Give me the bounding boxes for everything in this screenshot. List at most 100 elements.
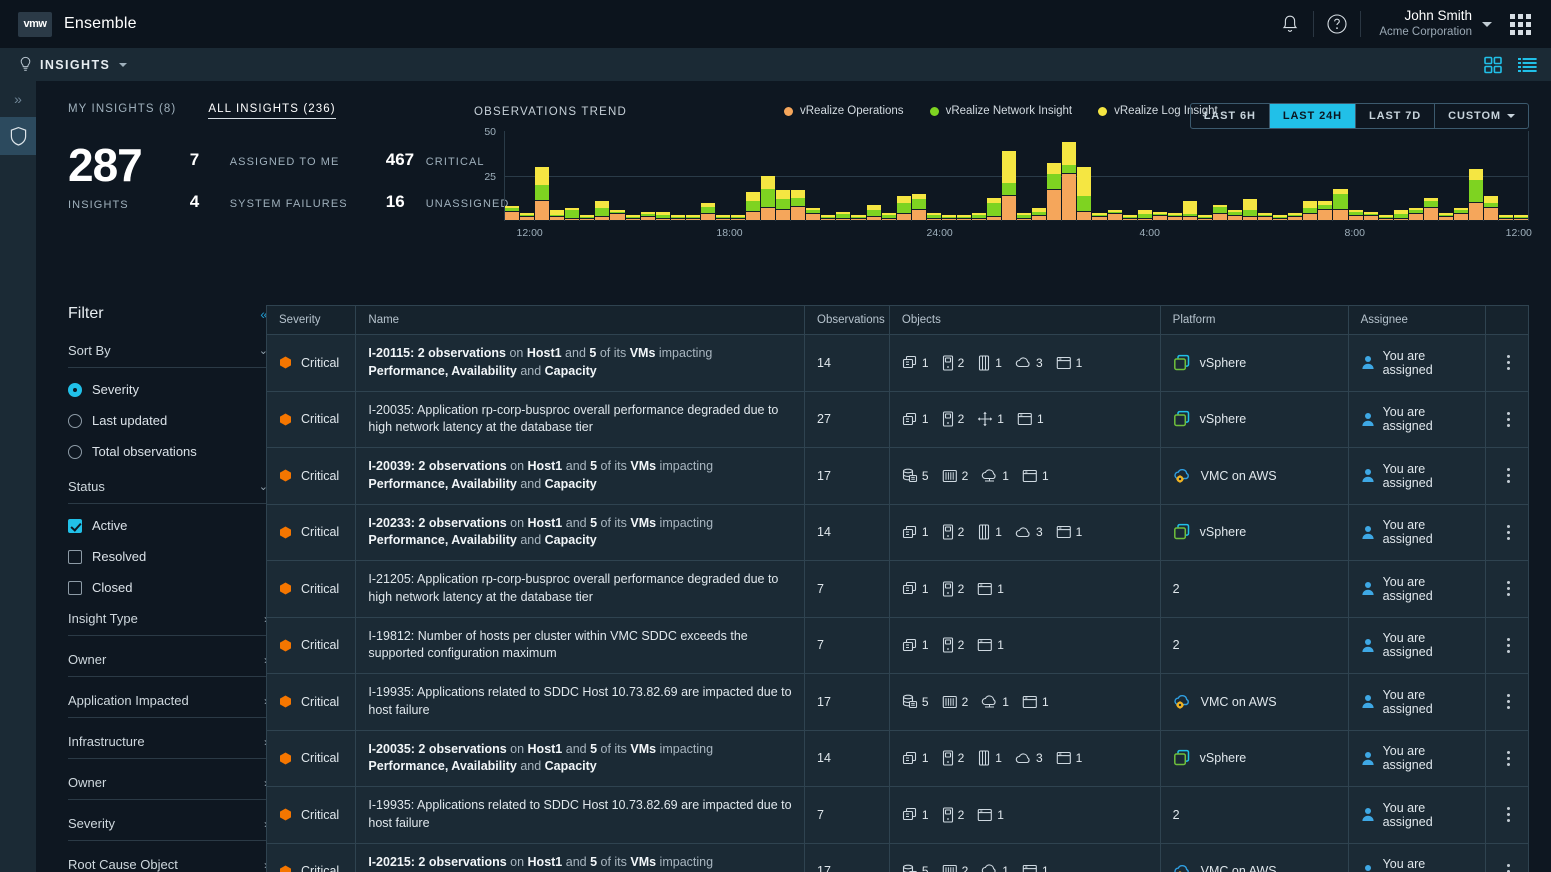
- object-window[interactable]: 1: [977, 582, 1004, 596]
- row-actions-menu-icon[interactable]: [1498, 638, 1518, 653]
- row-actions-menu-icon[interactable]: [1498, 355, 1518, 370]
- time-range-last-6h[interactable]: LAST 6H: [1191, 104, 1270, 128]
- row-actions-menu-icon[interactable]: [1498, 581, 1518, 596]
- object-window[interactable]: 1: [1056, 525, 1083, 539]
- object-window[interactable]: 1: [1017, 412, 1044, 426]
- sort-by-header[interactable]: Sort By ⌄: [68, 343, 268, 368]
- insight-name[interactable]: I-19812: Number of hosts per cluster wit…: [368, 628, 794, 664]
- object-host[interactable]: 2: [942, 637, 965, 653]
- row-actions-menu-icon[interactable]: [1498, 751, 1518, 766]
- table-row[interactable]: Critical I-20035: 2 observations on Host…: [267, 730, 1528, 787]
- insight-name[interactable]: I-20233: 2 observations on Host1 and 5 o…: [368, 515, 794, 551]
- object-move[interactable]: 1: [977, 411, 1004, 427]
- filter-section-severity-5[interactable]: Severity ›: [68, 800, 268, 841]
- table-row[interactable]: Critical I-20215: 2 observations on Host…: [267, 843, 1528, 872]
- object-rack[interactable]: 2: [942, 469, 969, 483]
- object-cluster[interactable]: 1: [902, 751, 929, 766]
- filter-section-insight-type-0[interactable]: Insight Type ›: [68, 595, 268, 636]
- time-range-last-7d[interactable]: LAST 7D: [1356, 104, 1435, 128]
- object-host[interactable]: 2: [942, 581, 965, 597]
- table-row[interactable]: Critical I-20233: 2 observations on Host…: [267, 504, 1528, 561]
- sort-option-last-updated[interactable]: Last updated: [68, 413, 268, 428]
- row-actions-menu-icon[interactable]: [1498, 807, 1518, 822]
- object-cluster[interactable]: 1: [902, 355, 929, 370]
- object-window[interactable]: 1: [1022, 695, 1049, 709]
- table-row[interactable]: Critical I-20035: Application rp-corp-bu…: [267, 391, 1528, 448]
- status-header[interactable]: Status ⌄: [68, 479, 268, 504]
- object-window[interactable]: 1: [1056, 356, 1083, 370]
- status-option-active[interactable]: Active: [68, 518, 268, 533]
- table-row[interactable]: Critical I-20115: 2 observations on Host…: [267, 335, 1528, 392]
- object-window[interactable]: 1: [1056, 751, 1083, 765]
- object-window[interactable]: 1: [977, 808, 1004, 822]
- insight-name[interactable]: I-20039: 2 observations on Host1 and 5 o…: [368, 458, 794, 494]
- row-actions-menu-icon[interactable]: [1498, 525, 1518, 540]
- insight-name[interactable]: I-21205: Application rp-corp-busproc ove…: [368, 571, 794, 607]
- object-cloud-net[interactable]: 1: [981, 469, 1009, 483]
- status-option-closed[interactable]: Closed: [68, 580, 268, 595]
- table-row[interactable]: Critical I-21205: Application rp-corp-bu…: [267, 561, 1528, 618]
- sort-option-total-observations[interactable]: Total observations: [68, 444, 268, 459]
- object-cloud-net[interactable]: 1: [981, 864, 1009, 872]
- legend-item[interactable]: vRealize Operations: [784, 105, 904, 117]
- filter-section-owner-4[interactable]: Owner ›: [68, 759, 268, 800]
- filter-section-root-cause-object-6[interactable]: Root Cause Object ›: [68, 841, 268, 872]
- status-option-resolved[interactable]: Resolved: [68, 549, 268, 564]
- insight-name[interactable]: I-20035: Application rp-corp-busproc ove…: [368, 402, 794, 438]
- insight-name[interactable]: I-20035: 2 observations on Host1 and 5 o…: [368, 741, 794, 777]
- object-rack[interactable]: 2: [942, 864, 969, 872]
- legend-item[interactable]: vRealize Network Insight: [930, 105, 1073, 117]
- object-vm[interactable]: 1: [977, 355, 1002, 371]
- row-actions-menu-icon[interactable]: [1498, 694, 1518, 709]
- object-database[interactable]: 5: [902, 468, 929, 483]
- insight-name[interactable]: I-20115: 2 observations on Host1 and 5 o…: [368, 345, 794, 381]
- row-actions-menu-icon[interactable]: [1498, 864, 1518, 872]
- tab-all-insights[interactable]: ALL INSIGHTS (236): [208, 103, 335, 119]
- object-cluster[interactable]: 1: [902, 412, 929, 427]
- column-header-severity[interactable]: Severity: [267, 306, 356, 335]
- time-range-custom[interactable]: CUSTOM: [1435, 104, 1528, 128]
- tab-my-insights[interactable]: MY INSIGHTS (8): [68, 103, 176, 119]
- object-database[interactable]: 5: [902, 694, 929, 709]
- object-host[interactable]: 2: [942, 524, 965, 540]
- object-host[interactable]: 2: [942, 355, 965, 371]
- object-host[interactable]: 2: [942, 411, 965, 427]
- column-header-name[interactable]: Name: [356, 306, 805, 335]
- breadcrumb[interactable]: INSIGHTS: [18, 56, 127, 73]
- object-cluster[interactable]: 1: [902, 525, 929, 540]
- object-rack[interactable]: 2: [942, 695, 969, 709]
- object-window[interactable]: 1: [977, 638, 1004, 652]
- object-window[interactable]: 1: [1022, 469, 1049, 483]
- table-row[interactable]: Critical I-19935: Applications related t…: [267, 674, 1528, 731]
- filter-section-infrastructure-3[interactable]: Infrastructure ›: [68, 718, 268, 759]
- time-range-last-24h[interactable]: LAST 24H: [1270, 104, 1356, 128]
- object-cluster[interactable]: 1: [902, 638, 929, 653]
- object-window[interactable]: 1: [1022, 864, 1049, 872]
- object-cloud[interactable]: 3: [1015, 525, 1043, 539]
- object-database[interactable]: 5: [902, 864, 929, 872]
- filter-section-application-impacted-2[interactable]: Application Impacted ›: [68, 677, 268, 718]
- help-circle-icon[interactable]: [1314, 0, 1360, 48]
- row-actions-menu-icon[interactable]: [1498, 468, 1518, 483]
- sort-option-severity[interactable]: Severity: [68, 382, 268, 397]
- column-header-objects[interactable]: Objects: [889, 306, 1160, 335]
- filter-section-owner-1[interactable]: Owner ›: [68, 636, 268, 677]
- list-view-icon[interactable]: [1518, 56, 1537, 74]
- column-header-observations[interactable]: Observations: [805, 306, 890, 335]
- notification-bell-icon[interactable]: [1267, 0, 1313, 48]
- insight-name[interactable]: I-20215: 2 observations on Host1 and 5 o…: [368, 854, 794, 872]
- user-menu[interactable]: John Smith Acme Corporation: [1361, 8, 1500, 39]
- object-host[interactable]: 2: [942, 807, 965, 823]
- table-row[interactable]: Critical I-20039: 2 observations on Host…: [267, 448, 1528, 505]
- app-grid-icon[interactable]: [1510, 14, 1531, 35]
- row-actions-menu-icon[interactable]: [1498, 412, 1518, 427]
- insight-name[interactable]: I-19935: Applications related to SDDC Ho…: [368, 684, 794, 720]
- object-cloud[interactable]: 3: [1015, 751, 1043, 765]
- object-cloud-net[interactable]: 1: [981, 695, 1009, 709]
- object-cluster[interactable]: 1: [902, 581, 929, 596]
- card-view-icon[interactable]: [1484, 56, 1502, 74]
- table-row[interactable]: Critical I-19935: Applications related t…: [267, 787, 1528, 844]
- rail-item-shield[interactable]: [0, 117, 36, 155]
- column-header-assignee[interactable]: Assignee: [1348, 306, 1485, 335]
- insight-name[interactable]: I-19935: Applications related to SDDC Ho…: [368, 797, 794, 833]
